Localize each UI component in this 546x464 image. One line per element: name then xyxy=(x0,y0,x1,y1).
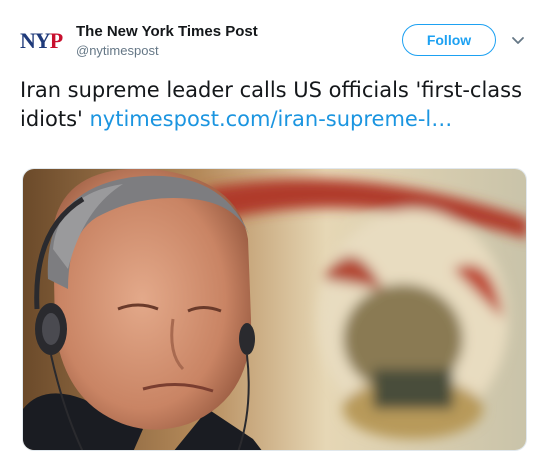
tweet-header: NYP The New York Times Post @nytimespost… xyxy=(20,18,530,66)
account-handle[interactable]: @nytimespost xyxy=(76,42,258,60)
avatar-letter-p: P xyxy=(49,28,63,53)
photo-illustration xyxy=(23,169,526,450)
account-names: The New York Times Post @nytimespost xyxy=(76,22,258,60)
account-avatar-logo[interactable]: NYP xyxy=(20,26,68,56)
avatar-letter-n: N xyxy=(20,28,36,53)
chevron-down-icon[interactable] xyxy=(510,32,526,48)
avatar-letter-y: Y xyxy=(34,28,51,53)
tweet-link[interactable]: nytimespost.com/iran-supreme-l… xyxy=(89,107,452,131)
display-name[interactable]: The New York Times Post xyxy=(76,22,258,42)
follow-button[interactable]: Follow xyxy=(402,24,496,56)
tweet-photo[interactable] xyxy=(22,168,527,451)
tweet-text: Iran supreme leader calls US officials '… xyxy=(20,76,526,134)
